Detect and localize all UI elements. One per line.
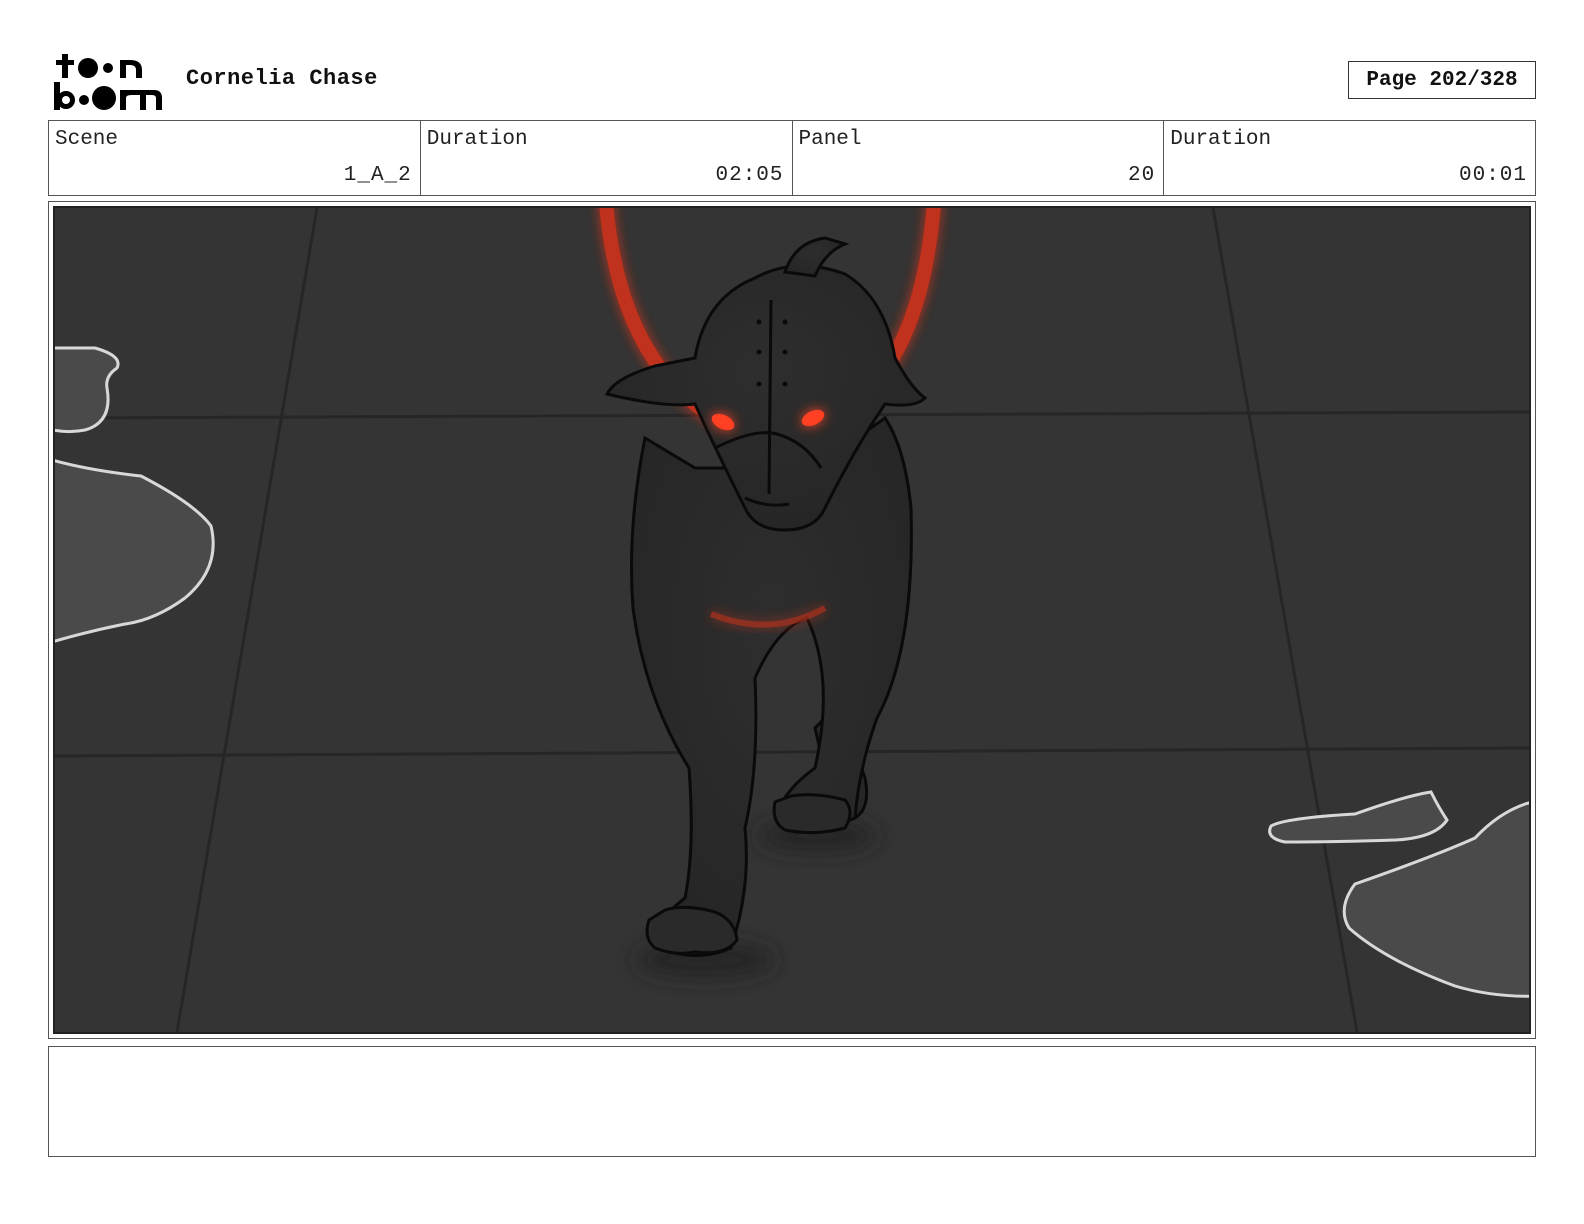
panel-duration-cell: Duration 00:01 [1164,121,1535,195]
scene-cell: Scene 1_A_2 [49,121,421,195]
panel-label: Panel [798,128,862,151]
scene-label: Scene [55,128,119,151]
scene-value: 1_A_2 [343,164,412,187]
panel-info-row: Scene 1_A_2 Duration 02:05 Panel 20 Dura… [48,120,1536,196]
panel-cell: Panel 20 [793,121,1165,195]
scene-duration-cell: Duration 02:05 [421,121,793,195]
panel-value: 20 [1128,164,1156,187]
scene-duration-label: Duration [426,128,528,151]
storyboard-panel-frame [48,201,1536,1039]
panel-illustration [55,208,1529,1032]
panel-duration-value: 00:01 [1458,164,1527,187]
panel-notes-box [48,1046,1536,1157]
panel-duration-label: Duration [1170,128,1272,151]
scene-duration-value: 02:05 [715,164,784,187]
project-title: Cornelia Chase [186,66,378,91]
toon-boom-logo [50,50,166,112]
storyboard-panel-image [53,206,1531,1034]
page-indicator: Page 202/328 [1348,61,1536,99]
